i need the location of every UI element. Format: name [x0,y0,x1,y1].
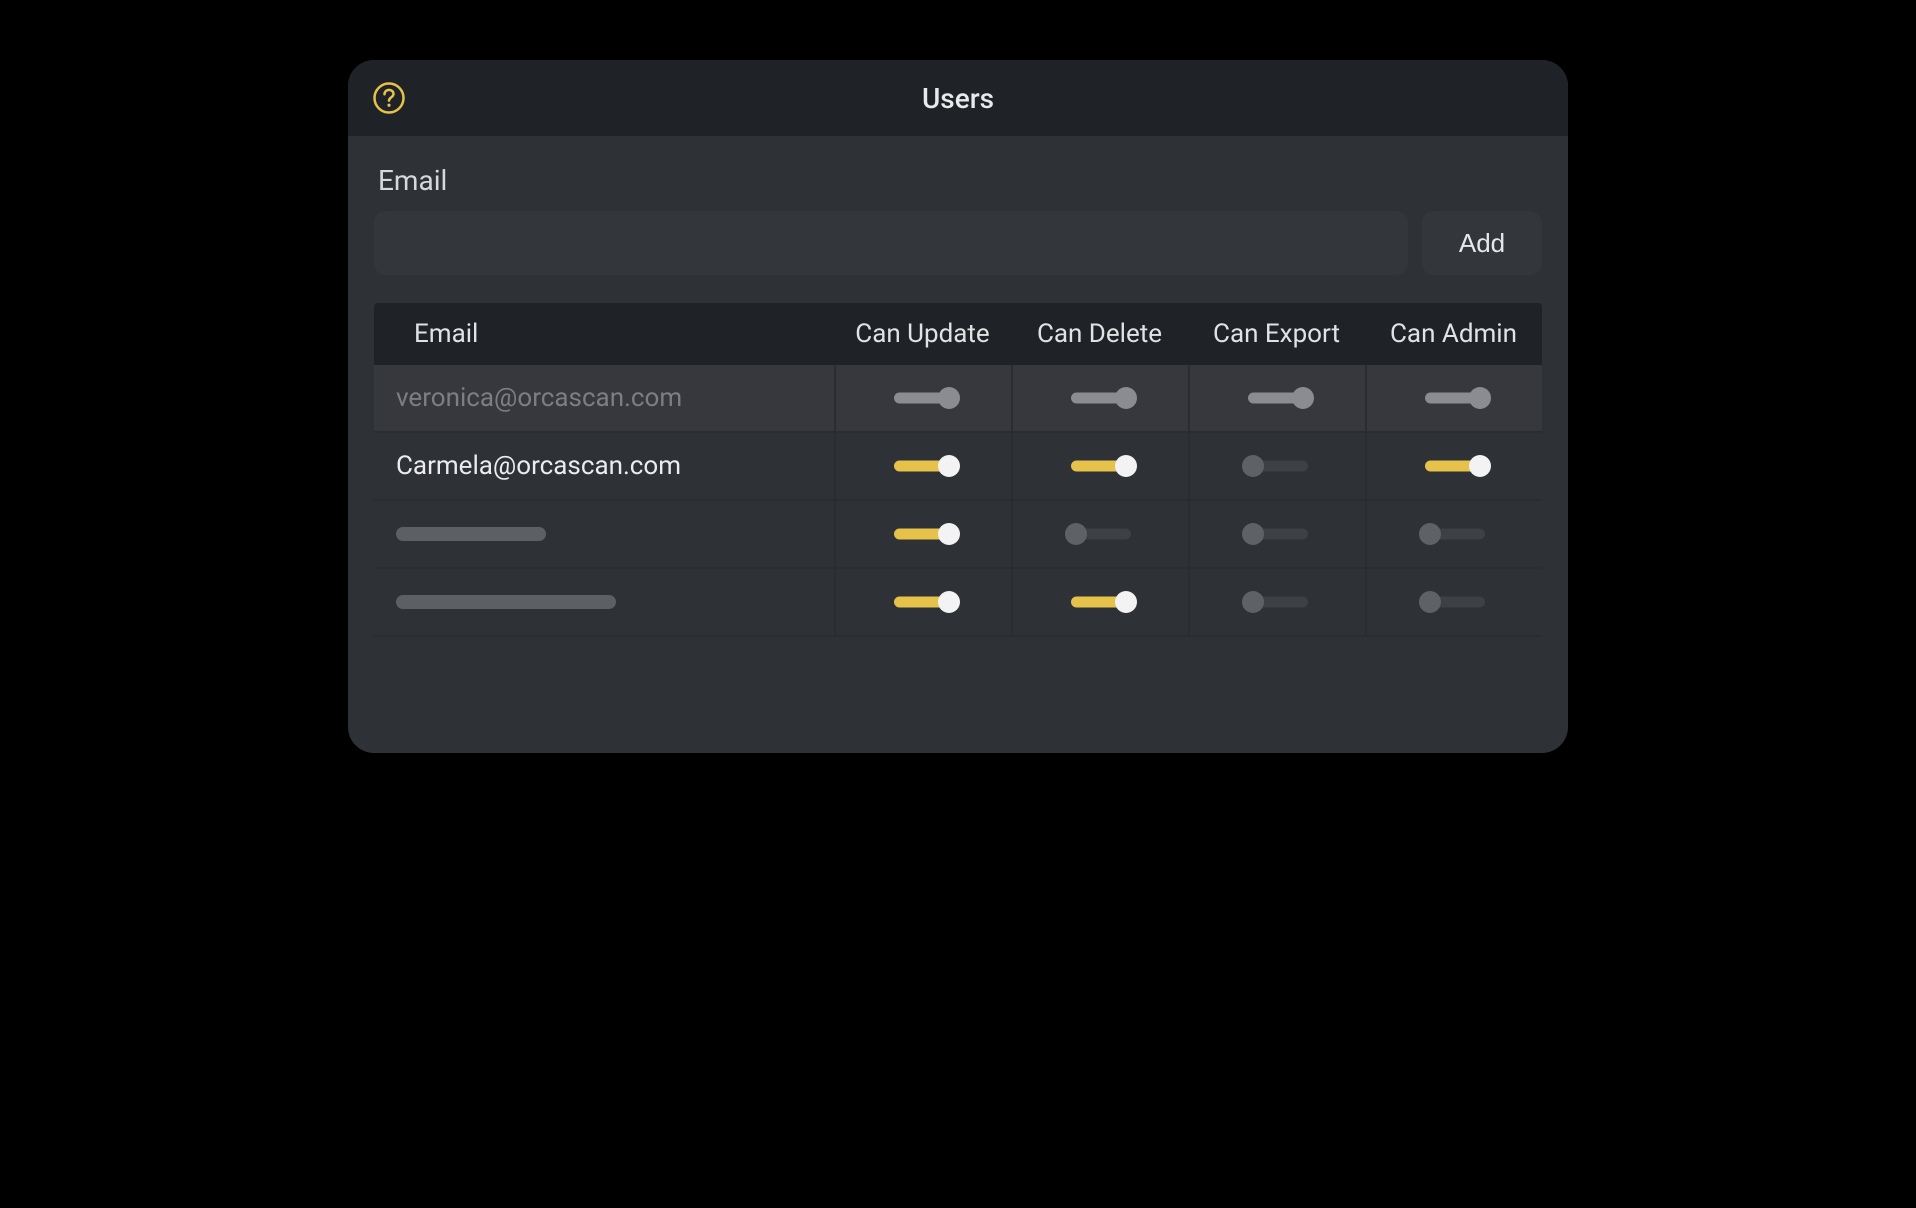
panel-body: Email Add Email Can Update Can Delete Ca… [348,136,1568,753]
table-row [374,501,1542,569]
help-icon[interactable] [372,81,406,115]
cell-can-admin [1365,365,1542,431]
col-header-can-update: Can Update [834,319,1011,349]
email-input[interactable] [374,211,1408,275]
users-table: Email Can Update Can Delete Can Export C… [374,303,1542,727]
toggle-can-delete [1065,387,1137,409]
toggle-can-export[interactable] [1242,455,1314,477]
table-header: Email Can Update Can Delete Can Export C… [374,303,1542,365]
cell-can-export [1188,501,1365,567]
toggle-can-admin[interactable] [1419,591,1491,613]
table-footer [374,637,1542,727]
cell-can-delete [1011,569,1188,635]
email-skeleton [396,595,616,609]
cell-can-export [1188,365,1365,431]
toggle-can-export [1242,387,1314,409]
table-row: veronica@orcascan.com [374,365,1542,433]
table-row: Carmela@orcascan.com [374,433,1542,501]
cell-can-export [1188,433,1365,499]
cell-can-update [834,569,1011,635]
cell-can-update [834,501,1011,567]
cell-can-export [1188,569,1365,635]
panel-header: Users [348,60,1568,136]
col-header-email: Email [374,319,834,349]
toggle-can-export[interactable] [1242,591,1314,613]
panel-title: Users [922,82,994,115]
add-button[interactable]: Add [1422,211,1542,275]
toggle-can-update[interactable] [888,591,960,613]
table-body: veronica@orcascan.com Carmela@orcascan.co… [374,365,1542,637]
cell-can-admin [1365,433,1542,499]
email-skeleton [396,527,546,541]
toggle-can-update[interactable] [888,455,960,477]
cell-email: veronica@orcascan.com [374,365,834,431]
toggle-can-admin[interactable] [1419,523,1491,545]
email-row: Add [374,211,1542,275]
cell-can-update [834,433,1011,499]
cell-can-delete [1011,501,1188,567]
user-email: Carmela@orcascan.com [396,451,681,481]
col-header-can-export: Can Export [1188,319,1365,349]
toggle-can-export[interactable] [1242,523,1314,545]
col-header-can-delete: Can Delete [1011,319,1188,349]
cell-can-admin [1365,569,1542,635]
toggle-can-update [888,387,960,409]
email-label: Email [378,164,1542,197]
cell-email [374,569,834,635]
table-row [374,569,1542,637]
toggle-can-delete[interactable] [1065,455,1137,477]
cell-email [374,501,834,567]
users-panel: Users Email Add Email Can Update Can Del… [348,60,1568,753]
cell-can-delete [1011,365,1188,431]
toggle-can-update[interactable] [888,523,960,545]
toggle-can-admin[interactable] [1419,455,1491,477]
cell-can-update [834,365,1011,431]
cell-email: Carmela@orcascan.com [374,433,834,499]
cell-can-admin [1365,501,1542,567]
user-email: veronica@orcascan.com [396,383,682,413]
toggle-can-delete[interactable] [1065,523,1137,545]
cell-can-delete [1011,433,1188,499]
toggle-can-delete[interactable] [1065,591,1137,613]
col-header-can-admin: Can Admin [1365,319,1542,349]
toggle-can-admin [1419,387,1491,409]
